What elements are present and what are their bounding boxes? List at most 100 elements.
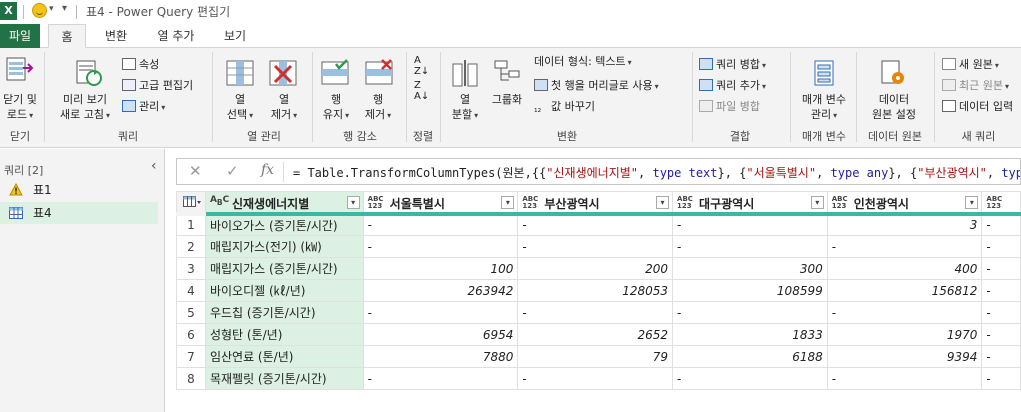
table-cell[interactable]: - [362,213,519,236]
table-cell[interactable]: - [826,235,983,258]
smiley-feedback-icon[interactable] [32,3,47,18]
table-cell[interactable]: - [517,367,674,390]
table-row[interactable]: 1 바이오가스 (증기톤/시간) - - -3- [176,213,1021,236]
formula-input[interactable]: = Table.TransformColumnTypes(원본,{{"신재생에너… [293,164,1020,181]
properties-button[interactable]: 속성 [122,57,159,73]
column-header[interactable]: ABC 123 [981,191,1021,216]
row-number[interactable]: 5 [176,301,206,324]
column-header[interactable]: ABC 신재생에너지별 ▾ [204,191,364,216]
row-number[interactable]: 1 [176,213,206,236]
table-cell[interactable]: - [826,301,983,324]
row-number[interactable]: 8 [176,367,206,390]
table-cell[interactable]: 6188 [672,345,828,368]
table-cell[interactable]: 200 [517,257,674,280]
query-item[interactable]: 표1 [0,179,158,201]
chevron-down-icon[interactable]: ▾ [656,196,670,209]
chevron-down-icon[interactable]: ▾ [501,196,515,209]
table-row[interactable]: 4 바이오디젤 (㎘/년) 263942 128053 108599 156812- [176,279,1021,302]
cancel-icon[interactable]: ✕ [189,162,202,180]
table-cell[interactable]: - [981,367,1021,390]
remove-columns-button[interactable]: 열 제거 ▾ [262,92,306,123]
table-cell[interactable]: - [517,301,674,324]
sort-descending-icon[interactable]: Z A↓ [414,80,429,102]
table-cell-category[interactable]: 성형탄 (톤/년) [204,323,364,346]
column-header[interactable]: ABC 123 대구광역시 ▾ [672,191,828,216]
merge-queries-button[interactable]: 쿼리 병합 ▾ [699,57,766,74]
choose-columns-button[interactable]: 열 선택 ▾ [218,92,262,123]
table-menu-icon[interactable] [176,191,206,216]
data-source-settings-button[interactable]: 데이터 원본 설정 [860,92,928,122]
table-cell[interactable]: 128053 [517,279,674,302]
use-first-row-as-headers-button[interactable]: 첫 행을 머리글로 사용 ▾ [534,78,659,95]
table-cell[interactable]: 7880 [362,345,519,368]
column-header[interactable]: ABC 123 인천광역시 ▾ [826,191,983,216]
confirm-icon[interactable]: ✓ [226,162,239,180]
any-type-icon[interactable]: ABC 123 [522,196,538,210]
table-cell[interactable]: - [826,367,983,390]
table-cell[interactable]: - [362,235,519,258]
table-cell[interactable]: - [981,235,1021,258]
text-type-icon[interactable]: ABC [210,196,229,207]
table-cell-category[interactable]: 임산연료 (톤/년) [204,345,364,368]
table-cell[interactable]: 6954 [362,323,519,346]
table-cell[interactable]: 156812 [826,279,983,302]
table-cell-category[interactable]: 바이오가스 (증기톤/시간) [204,213,364,236]
table-cell-category[interactable]: 목재펠릿 (증기톤/시간) [204,367,364,390]
customize-quick-access-icon[interactable]: ▾ [62,3,67,14]
table-row[interactable]: 5 우드칩 (증기톤/시간) - - - - - [176,301,1021,324]
table-cell[interactable]: - [981,257,1021,280]
table-cell[interactable]: - [981,279,1021,302]
column-header[interactable]: ABC 123 부산광역시 ▾ [517,191,674,216]
table-cell[interactable]: 3 [826,213,983,236]
manage-button[interactable]: 관리 ▾ [122,99,165,116]
table-cell[interactable]: 108599 [672,279,828,302]
table-cell[interactable]: 263942 [362,279,519,302]
table-cell[interactable]: - [362,367,519,390]
table-cell[interactable]: - [672,301,828,324]
table-cell[interactable]: - [362,301,519,324]
tab-file[interactable]: 파일 [0,24,40,48]
refresh-preview-button[interactable]: 미리 보기 새로 고침 ▾ [50,92,120,123]
combine-files-button[interactable]: 파일 병합 [699,99,760,115]
table-cell[interactable]: 79 [517,345,674,368]
table-cell[interactable]: - [981,301,1021,324]
data-type-button[interactable]: 데이터 형식: 텍스트 ▾ [534,54,632,71]
any-type-icon[interactable]: ABC 123 [986,196,1002,210]
row-number[interactable]: 7 [176,345,206,368]
table-cell[interactable]: - [672,367,828,390]
table-cell[interactable]: 9394 [826,345,983,368]
row-number[interactable]: 3 [176,257,206,280]
chevron-down-icon[interactable]: ▾ [810,196,824,209]
collapse-pane-icon[interactable]: ‹ [151,158,157,174]
enter-data-button[interactable]: 데이터 입력 [942,99,1013,115]
table-row[interactable]: 6 성형탄 (톤/년) 6954 2652 1833 1970- [176,323,1021,346]
table-row[interactable]: 2 매립지가스(전기) (㎾) - - - - - [176,235,1021,258]
chevron-down-icon[interactable]: ▾ [346,196,360,209]
tab-transform[interactable]: 변환 [94,24,138,48]
replace-values-button[interactable]: ₁₂ 값 바꾸기 [534,99,595,115]
row-number[interactable]: 6 [176,323,206,346]
table-cell[interactable]: 1833 [672,323,828,346]
table-row[interactable]: 3 매립지가스 (증기톤/시간) 100 200 300 400- [176,257,1021,280]
close-and-load-button[interactable]: 닫기 및 로드 ▾ [0,92,40,123]
split-column-button[interactable]: 열 분할 ▾ [444,92,486,123]
column-header[interactable]: ABC 123 서울특별시 ▾ [362,191,519,216]
table-cell-category[interactable]: 바이오디젤 (㎘/년) [204,279,364,302]
table-cell[interactable]: 100 [362,257,519,280]
any-type-icon[interactable]: ABC 123 [677,196,693,210]
group-by-button[interactable]: 그룹화 [486,92,528,107]
new-source-button[interactable]: 새 원본 ▾ [942,57,999,74]
remove-rows-button[interactable]: 행 제거 ▾ [356,92,400,123]
table-row[interactable]: 8 목재펠릿 (증기톤/시간) - - - - - [176,367,1021,390]
any-type-icon[interactable]: ABC 123 [368,196,384,210]
any-type-icon[interactable]: ABC 123 [832,196,848,210]
tab-add-column[interactable]: 열 추가 [148,24,204,48]
table-cell[interactable]: - [981,323,1021,346]
row-number[interactable]: 2 [176,235,206,258]
table-cell[interactable]: - [517,235,674,258]
advanced-editor-button[interactable]: 고급 편집기 [122,78,193,94]
table-cell[interactable]: - [672,235,828,258]
table-cell[interactable]: - [672,213,828,236]
chevron-down-icon[interactable]: ▾ [965,196,979,209]
fx-icon[interactable]: fx [261,162,274,178]
